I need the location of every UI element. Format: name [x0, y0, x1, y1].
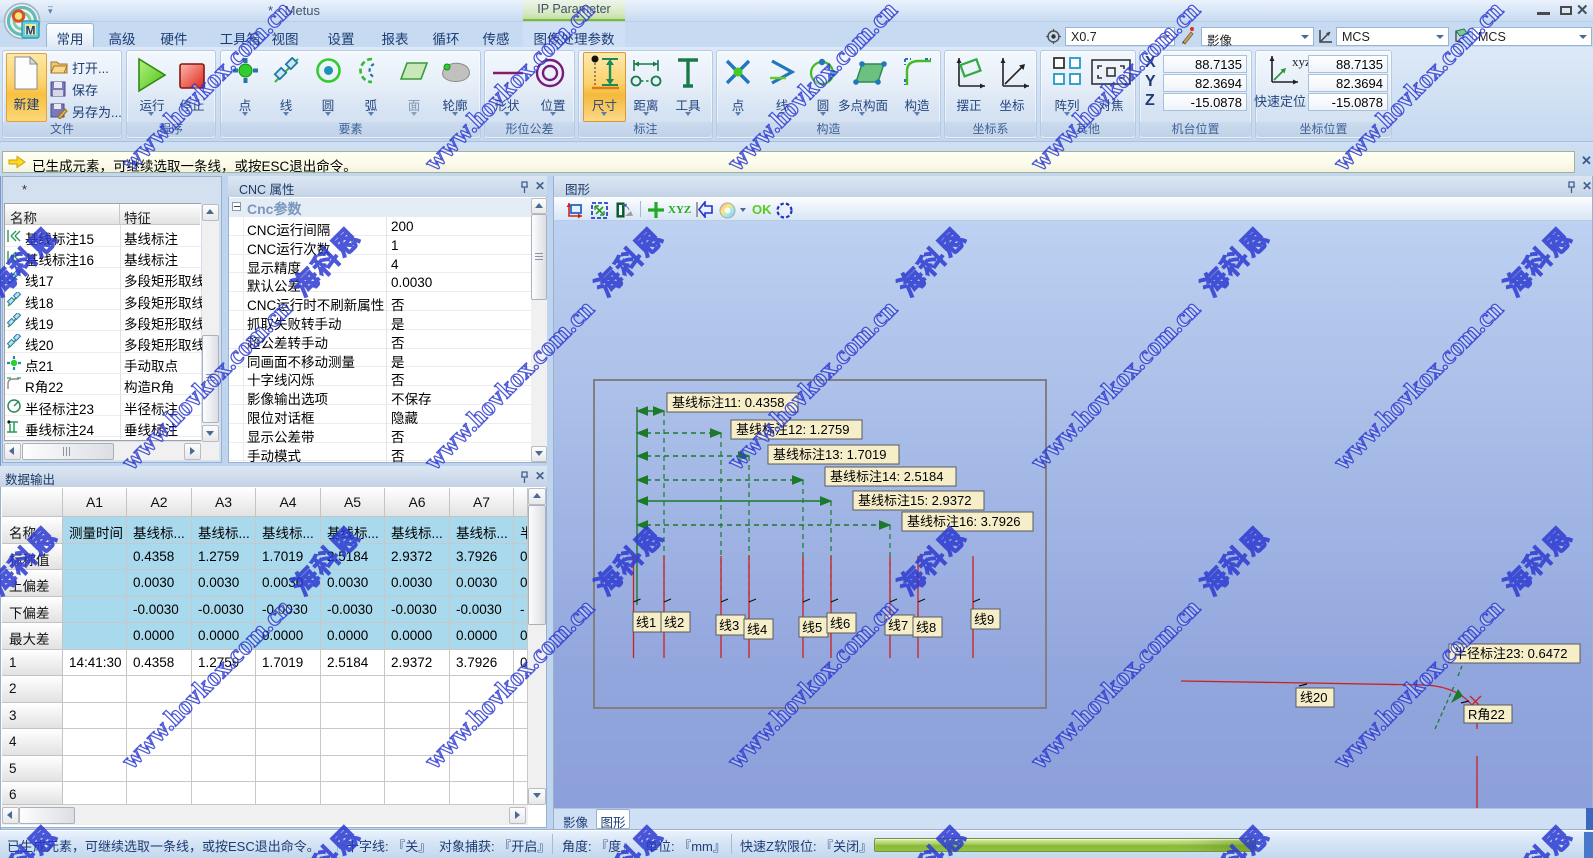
svg-text:M: M: [26, 24, 36, 38]
svg-text:线4: 线4: [747, 622, 767, 637]
svg-text:线5: 线5: [802, 620, 822, 635]
svg-text:线2: 线2: [664, 615, 684, 630]
svg-text:基线标注13: 1.7019: 基线标注13: 1.7019: [773, 447, 886, 462]
svg-text:线3: 线3: [719, 618, 739, 633]
svg-text:基线标注16: 3.7926: 基线标注16: 3.7926: [907, 514, 1020, 529]
svg-text:基线标注14: 2.5184: 基线标注14: 2.5184: [830, 469, 943, 484]
svg-text:线8: 线8: [916, 620, 936, 635]
svg-text:基线标注11: 0.4358: 基线标注11: 0.4358: [672, 395, 784, 410]
svg-text:基线标注12: 1.2759: 基线标注12: 1.2759: [736, 422, 849, 437]
svg-text:线7: 线7: [888, 618, 908, 633]
svg-text:半径标注23: 0.6472: 半径标注23: 0.6472: [1454, 646, 1567, 661]
svg-text:R角22: R角22: [1468, 707, 1505, 722]
svg-text:线6: 线6: [830, 616, 850, 631]
svg-text:线20: 线20: [1300, 690, 1327, 705]
svg-text:线9: 线9: [974, 612, 994, 627]
svg-text:线1: 线1: [636, 615, 656, 630]
svg-text:基线标注15: 2.9372: 基线标注15: 2.9372: [858, 493, 971, 508]
